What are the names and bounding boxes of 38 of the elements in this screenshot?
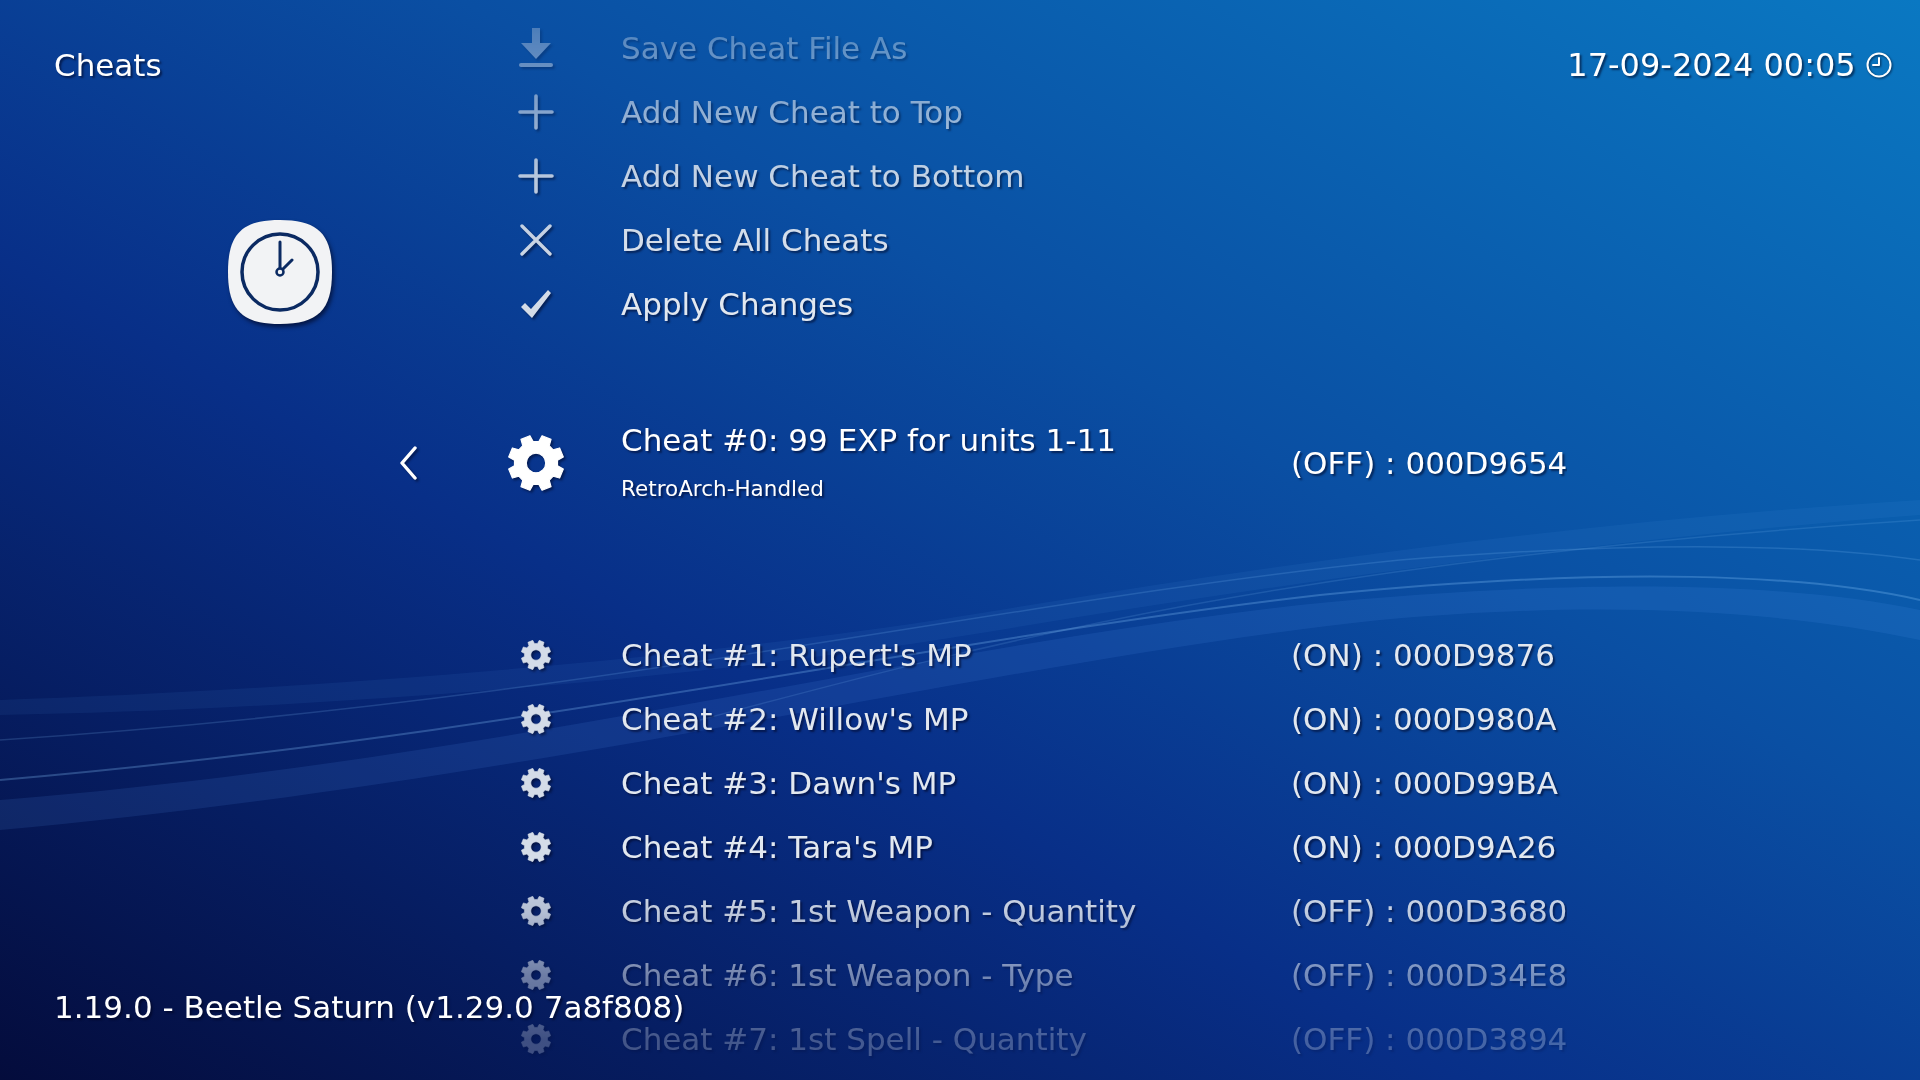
gear-icon — [521, 832, 551, 862]
menu-item[interactable]: Apply Changes — [621, 288, 854, 320]
menu-title: Cheats — [54, 48, 162, 82]
cheat-item[interactable]: Cheat #2: Willow's MP — [621, 703, 969, 735]
checkmark-icon — [520, 289, 552, 319]
cheat-item[interactable]: Cheat #1: Rupert's MP — [621, 639, 972, 671]
gear-icon — [521, 896, 551, 926]
gear-icon — [508, 435, 564, 491]
cross-icon — [520, 224, 552, 256]
gear-icon — [521, 640, 551, 670]
plus-icon — [518, 94, 554, 130]
cheat-item[interactable]: Cheat #4: Tara's MP — [621, 831, 933, 863]
plus-icon — [518, 158, 554, 194]
version-info: 1.19.0 - Beetle Saturn (v1.29.0 7a8f808) — [54, 991, 685, 1023]
cheat-value: (OFF) : 000D3894 — [1291, 1023, 1568, 1055]
cheat-sublabel: RetroArch-Handled — [621, 476, 824, 502]
menu-item[interactable]: Delete All Cheats — [621, 224, 889, 256]
date-time: 17-09-2024 00:05 — [1567, 48, 1856, 82]
gear-icon — [521, 704, 551, 734]
gear-icon — [521, 960, 551, 990]
cheat-item[interactable]: Cheat #3: Dawn's MP — [621, 767, 957, 799]
cheat-item[interactable]: Cheat #5: 1st Weapon - Quantity — [621, 895, 1137, 927]
cheat-value: (OFF) : 000D9654 — [1291, 447, 1568, 479]
cheat-value: (ON) : 000D9A26 — [1291, 831, 1557, 863]
clock-icon — [1865, 52, 1892, 78]
gear-icon — [521, 1024, 551, 1054]
gear-icon — [521, 768, 551, 798]
cheat-value: (ON) : 000D9876 — [1291, 639, 1555, 671]
cheat-value: (OFF) : 000D3680 — [1291, 895, 1568, 927]
cheat-item[interactable]: Cheat #0: 99 EXP for units 1-11 — [621, 424, 1116, 456]
menu-item[interactable]: Add New Cheat to Bottom — [621, 160, 1025, 192]
download-icon — [518, 28, 554, 68]
cheat-value: (ON) : 000D980A — [1291, 703, 1557, 735]
cheat-value: (OFF) : 000D34E8 — [1291, 959, 1568, 991]
clock-app-icon — [226, 218, 334, 326]
cheat-value: (ON) : 000D99BA — [1291, 767, 1558, 799]
chevron-left-icon — [399, 446, 417, 480]
cheat-item[interactable]: Cheat #6: 1st Weapon - Type — [621, 959, 1074, 991]
